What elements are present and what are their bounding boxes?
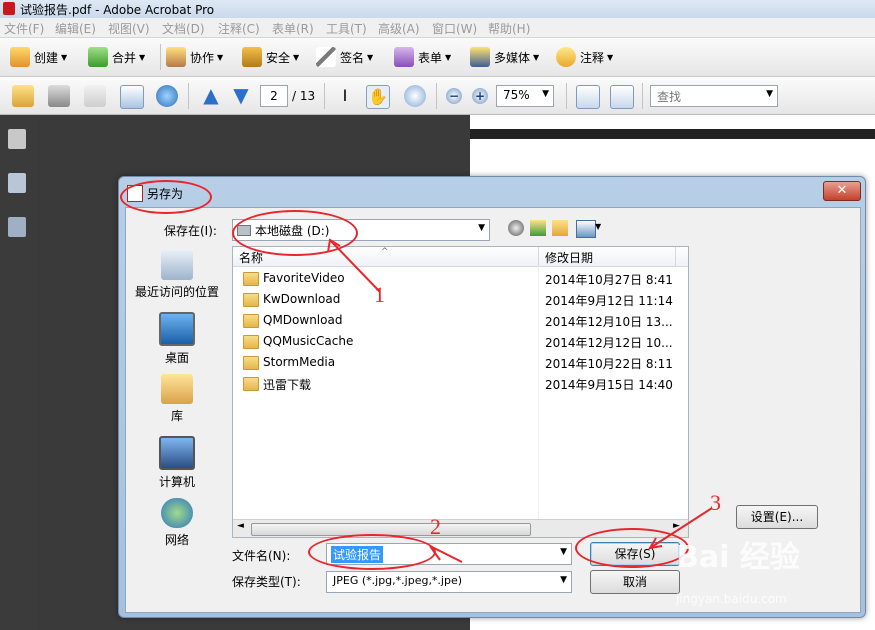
baidu-watermark: Bai 经验 bbox=[676, 540, 800, 575]
arrowhead bbox=[327, 238, 341, 253]
annotation-arrow-1 bbox=[329, 239, 381, 293]
baidu-watermark-url: jingyan.baidu.com bbox=[676, 592, 787, 606]
annotation-number-2: 2 bbox=[430, 514, 441, 539]
annotation-arrow-2 bbox=[429, 545, 463, 563]
annotation-number-1: 1 bbox=[374, 282, 385, 307]
annotation-number-3: 3 bbox=[710, 490, 721, 515]
